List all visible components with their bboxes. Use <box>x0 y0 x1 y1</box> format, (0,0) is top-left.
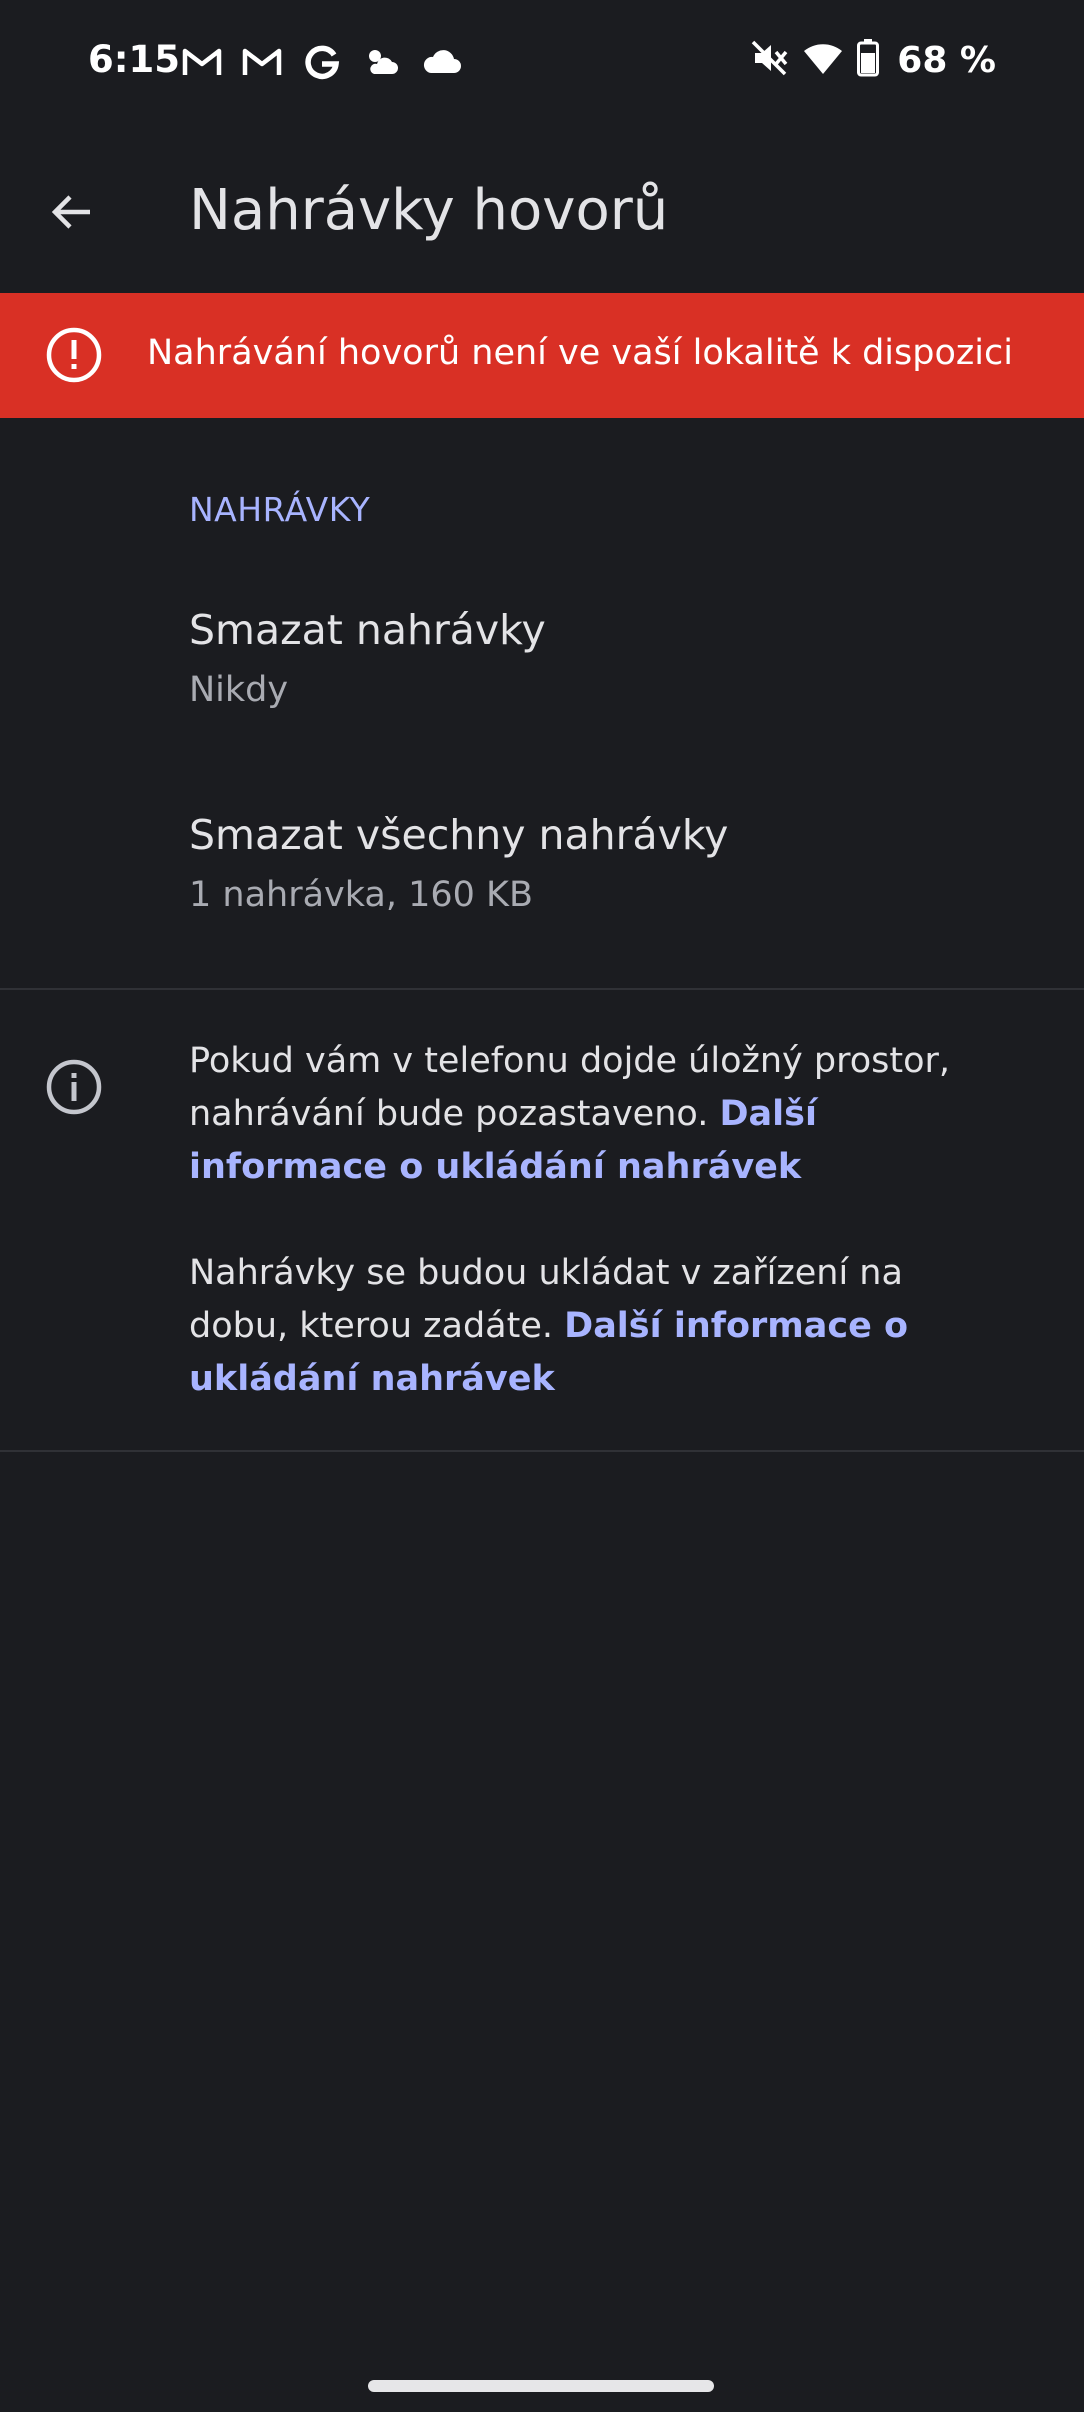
gmail-icon <box>180 40 224 84</box>
battery-percent: 68 % <box>897 39 996 81</box>
back-button[interactable] <box>36 176 108 248</box>
arrow-back-icon <box>51 195 90 229</box>
weather-partly-cloudy-icon <box>360 40 404 84</box>
divider <box>0 1450 1084 1452</box>
pref-summary: Nikdy <box>189 670 289 710</box>
pref-title: Smazat všechny nahrávky <box>189 811 729 859</box>
mute-vibrate-icon <box>749 38 789 82</box>
info-retention-paragraph: Nahrávky se budou ukládat v zařízení na … <box>189 1247 979 1406</box>
delete-all-recordings-pref[interactable]: Smazat všechny nahrávky 1 nahrávka, 160 … <box>0 783 1084 983</box>
pref-title: Smazat nahrávky <box>189 606 546 654</box>
info-text: Pokud vám v telefonu dojde úložný prosto… <box>189 1041 951 1134</box>
google-icon <box>300 40 344 84</box>
wifi-icon <box>803 40 843 80</box>
info-storage-paragraph: Pokud vám v telefonu dojde úložný prosto… <box>189 1035 979 1194</box>
section-header-recordings: NAHRÁVKY <box>189 490 371 529</box>
notification-icons <box>180 40 464 84</box>
gesture-nav-handle[interactable] <box>368 2380 714 2392</box>
app-bar: Nahrávky hovorů <box>0 128 1084 292</box>
system-icons: 68 % <box>749 38 996 82</box>
status-time: 6:15 <box>88 38 181 81</box>
battery-icon <box>857 39 880 81</box>
cloud-icon <box>420 40 464 84</box>
banner-message: Nahrávání hovorů není ve vaší lokalitě k… <box>147 333 1013 373</box>
pref-summary: 1 nahrávka, 160 KB <box>189 875 534 915</box>
gmail-icon <box>240 40 284 84</box>
divider <box>0 988 1084 990</box>
error-icon <box>46 327 102 383</box>
delete-recordings-pref[interactable]: Smazat nahrávky Nikdy <box>0 578 1084 778</box>
status-bar: 6:15 68 % <box>0 0 1084 128</box>
page-title: Nahrávky hovorů <box>189 178 669 243</box>
info-icon <box>46 1059 102 1115</box>
error-banner: Nahrávání hovorů není ve vaší lokalitě k… <box>0 293 1084 418</box>
